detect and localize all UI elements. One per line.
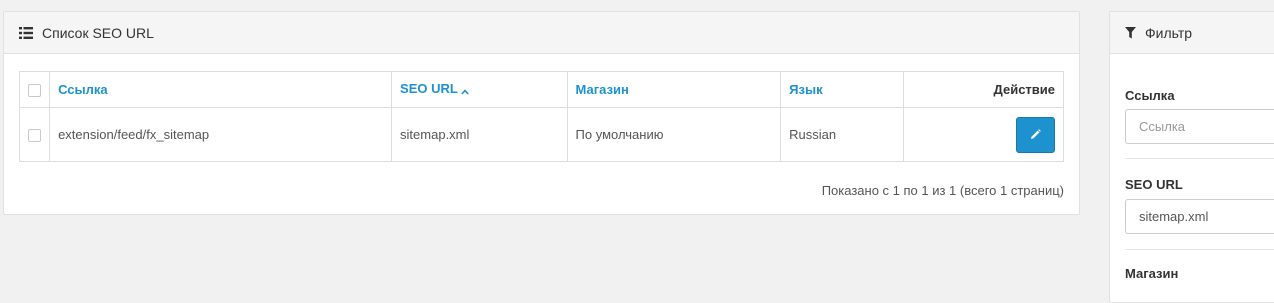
- table-row: extension/feed/fx_sitemap sitemap.xml По…: [18, 107, 1064, 162]
- filter-seo-url-label: SEO URL: [1125, 177, 1183, 192]
- table-header-row: Ссылка SEO URL Магазин Язык Действие: [18, 71, 1064, 108]
- cell-store: По умолчанию: [566, 107, 782, 162]
- list-panel-title: Список SEO URL: [42, 24, 154, 41]
- pencil-icon: [1030, 129, 1041, 140]
- filter-link-label: Ссылка: [1125, 88, 1175, 103]
- sort-by-language[interactable]: Язык: [789, 82, 822, 97]
- row-checkbox[interactable]: [28, 129, 41, 143]
- cell-seo-url: sitemap.xml: [391, 107, 568, 162]
- pagination-info: Показано с 1 по 1 из 1 (всего 1 страниц): [821, 183, 1064, 198]
- select-all-checkbox[interactable]: [28, 84, 41, 98]
- column-header-action: Действие: [902, 71, 1064, 108]
- column-header-store: Магазин: [566, 71, 782, 108]
- filter-divider: [1125, 158, 1274, 159]
- filter-link-input[interactable]: [1125, 109, 1274, 144]
- filter-panel: Фильтр Ссылка SEO URL Магазин: [1109, 11, 1274, 303]
- sort-by-store[interactable]: Магазин: [576, 82, 629, 97]
- filter-store-label: Магазин: [1125, 266, 1179, 281]
- sort-ascending-icon: [461, 83, 469, 98]
- column-header-language: Язык: [780, 71, 904, 108]
- sort-by-seo-url[interactable]: SEO URL: [400, 81, 469, 96]
- seo-url-table: Ссылка SEO URL Магазин Язык Действие ext…: [18, 71, 1064, 162]
- select-all-cell: [18, 71, 51, 108]
- seo-url-list-panel: Список SEO URL Ссылка SEO URL Магазин Яз…: [3, 11, 1080, 215]
- row-select-cell: [18, 107, 51, 162]
- column-header-seo-url: SEO URL: [391, 71, 568, 108]
- cell-action: [902, 107, 1064, 162]
- sort-by-link[interactable]: Ссылка: [58, 82, 108, 97]
- sort-by-seo-url-label: SEO URL: [400, 81, 458, 97]
- list-panel-heading: Список SEO URL: [4, 12, 1079, 54]
- filter-seo-url-input[interactable]: [1125, 199, 1274, 234]
- column-header-link: Ссылка: [49, 71, 393, 108]
- filter-icon: [1125, 26, 1136, 39]
- cell-link: extension/feed/fx_sitemap: [49, 107, 393, 162]
- filter-panel-heading: Фильтр: [1110, 12, 1274, 54]
- list-icon: [19, 26, 33, 39]
- filter-divider: [1125, 249, 1274, 250]
- filter-panel-title: Фильтр: [1145, 24, 1193, 41]
- edit-button[interactable]: [1016, 116, 1055, 153]
- cell-language: Russian: [780, 107, 904, 162]
